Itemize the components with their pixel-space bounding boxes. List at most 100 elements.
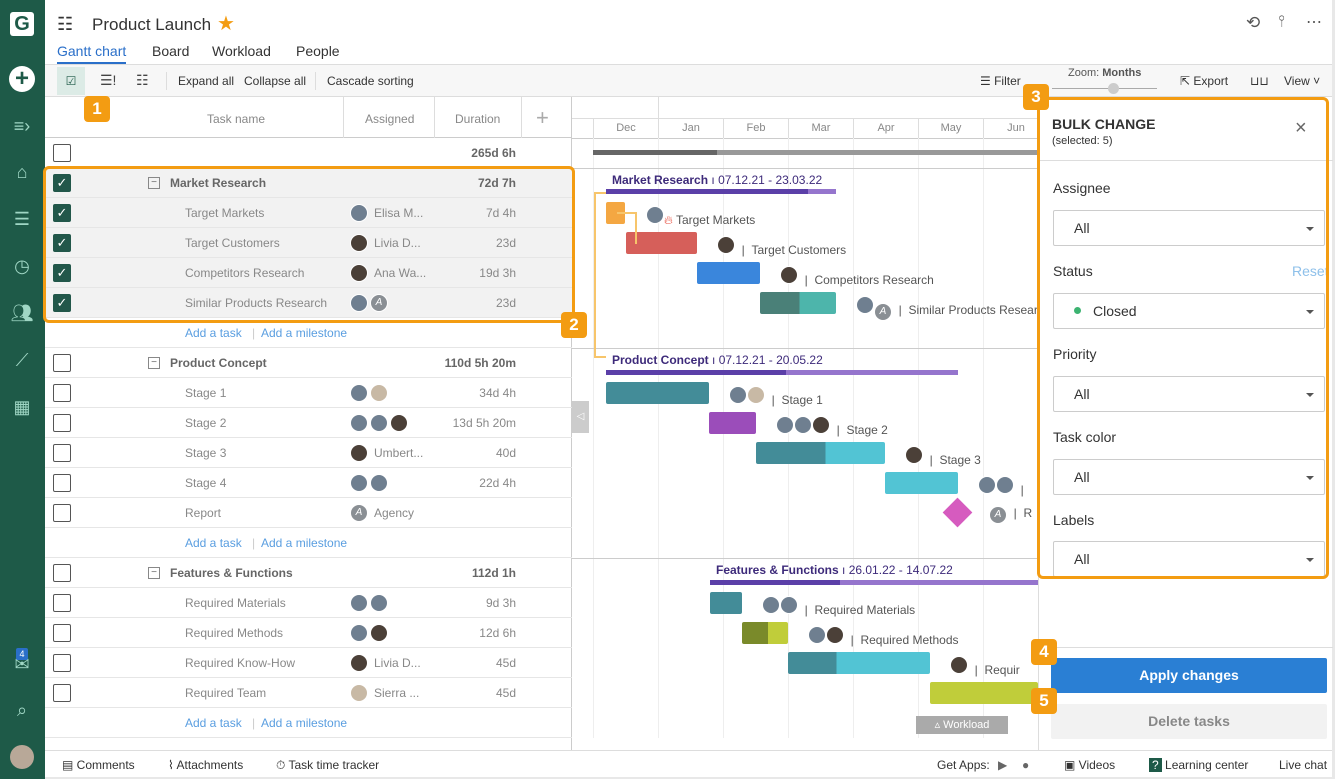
task-bar[interactable] [760,292,836,314]
apple-icon[interactable]: ● [1022,758,1029,772]
task-bar[interactable] [742,622,788,644]
tab-board[interactable]: Board [152,43,189,59]
add-milestone-link[interactable]: Add a milestone [261,536,347,550]
avatar [370,474,388,492]
table-row[interactable]: Stage 3 Umbert... 40d [45,438,572,468]
add-task-link[interactable]: Add a task [185,326,242,340]
apply-changes-button[interactable]: Apply changes [1051,658,1327,693]
task-bar[interactable] [606,382,709,404]
baseline-icon[interactable]: ⊔⊔ [1250,74,1269,88]
table-row[interactable]: Stage 2 13d 5h 20m [45,408,572,438]
table-row[interactable]: Required Know-How Livia D... 45d [45,648,572,678]
task-bar[interactable] [697,262,760,284]
collapse-all-button[interactable]: Collapse all [244,74,306,88]
analytics-icon[interactable]: ⟋ [10,348,34,372]
table-row[interactable]: Report A Agency [45,498,572,528]
view-dropdown[interactable]: View ˅ [1284,74,1320,88]
attachments-button[interactable]: ⌇ Attachments [168,758,243,772]
task-bar[interactable] [885,472,958,494]
filter-icon: ☰ [980,74,995,88]
delete-tasks-button[interactable]: Delete tasks [1051,704,1327,739]
group-bar[interactable] [606,189,808,194]
apps-icon[interactable]: ▦ [10,395,34,419]
export-button[interactable]: ⇱ Export [1180,74,1228,88]
checkbox[interactable] [53,564,71,582]
home-icon[interactable]: ⌂ [10,160,34,184]
workload-toggle[interactable]: ▵ Workload [916,716,1008,734]
group-bar[interactable] [710,580,840,585]
settings-sliders-icon[interactable]: ⫯ [1278,13,1285,31]
critical-path-icon[interactable]: ☰! [100,72,116,89]
collapse-icon[interactable]: − [148,357,160,369]
select-all-checkbox[interactable] [53,144,71,162]
checkbox[interactable] [53,414,71,432]
checkbox[interactable] [53,504,71,522]
checkbox[interactable] [53,354,71,372]
checkbox[interactable] [53,624,71,642]
checkbox[interactable] [53,444,71,462]
hierarchy-icon[interactable]: ☷ [136,72,149,89]
add-task-link[interactable]: Add a task [185,536,242,550]
task-bar[interactable] [788,652,930,674]
tab-workload[interactable]: Workload [212,43,271,59]
task-bar[interactable] [710,592,742,614]
add-task-link[interactable]: Add a task [185,716,242,730]
create-button[interactable]: + [9,66,35,92]
task-bar[interactable] [709,412,756,434]
add-column-button[interactable]: + [536,105,549,131]
checkbox[interactable] [53,474,71,492]
table-row[interactable]: Required Methods 12d 6h [45,618,572,648]
tab-gantt-chart[interactable]: Gantt chart [57,43,127,64]
cascade-sorting-button[interactable]: Cascade sorting [327,74,414,88]
comments-button[interactable]: ▤ Comments [62,758,135,772]
column-assigned[interactable]: Assigned [365,112,414,126]
task-bar[interactable] [930,682,1038,704]
group-row[interactable]: − Product Concept 110d 5h 20m [45,348,572,378]
people-icon[interactable]: 👥︎ [10,301,34,325]
group-bar[interactable] [606,370,786,375]
zoom-slider-handle[interactable] [1108,83,1119,94]
table-row[interactable]: Required Team Sierra ... 45d [45,678,572,708]
checkbox[interactable] [53,684,71,702]
collapse-grid-handle[interactable]: ◁ [572,401,589,433]
filter-button[interactable]: ☰ Filter [980,74,1021,88]
collapse-icon[interactable]: − [148,567,160,579]
google-play-icon[interactable]: ▶ [998,758,1007,772]
column-duration[interactable]: Duration [455,112,500,126]
column-task-name[interactable]: Task name [207,112,265,126]
table-row[interactable]: Stage 1 34d 4h [45,378,572,408]
clock-icon[interactable]: ◷ [10,254,34,278]
table-row[interactable]: Stage 4 22d 4h [45,468,572,498]
videos-button[interactable]: ▣ Videos [1064,758,1115,772]
zoom-slider[interactable] [1052,83,1157,94]
more-icon[interactable]: ⋯ [1306,12,1322,32]
checkbox[interactable] [53,384,71,402]
add-milestone-link[interactable]: Add a milestone [261,716,347,730]
history-icon[interactable]: ⟲ [1246,13,1260,33]
task-bar[interactable] [756,442,885,464]
user-avatar[interactable] [10,745,34,769]
list-icon[interactable]: ☰ [10,207,34,231]
comment-icon: ▤ [62,758,77,772]
bulk-select-button[interactable]: ☑ [57,67,85,95]
avatar [350,684,368,702]
time-tracker-button[interactable]: ⏱︎ Task time tracker [276,758,379,773]
star-icon[interactable]: ★ [217,11,235,36]
checkbox[interactable] [53,594,71,612]
month-label: Feb [723,118,788,138]
group-row[interactable]: − Features & Functions 112d 1h [45,558,572,588]
expand-all-button[interactable]: Expand all [178,74,234,88]
learning-center-button[interactable]: ? Learning center [1149,758,1248,772]
month-label: Jan [658,118,723,138]
tab-people[interactable]: People [296,43,340,59]
live-chat-button[interactable]: Live chat [1279,758,1327,772]
avatar [350,384,368,402]
logo[interactable]: G [10,12,34,36]
month-label: May [918,118,983,138]
checkbox[interactable] [53,654,71,672]
search-icon[interactable]: ⌕ [10,698,34,722]
table-row[interactable]: Required Materials 9d 3h [45,588,572,618]
notifications-icon[interactable]: ✉ 4 [10,648,34,676]
add-milestone-link[interactable]: Add a milestone [261,326,347,340]
expand-sidebar-icon[interactable]: ≡› [10,114,34,138]
